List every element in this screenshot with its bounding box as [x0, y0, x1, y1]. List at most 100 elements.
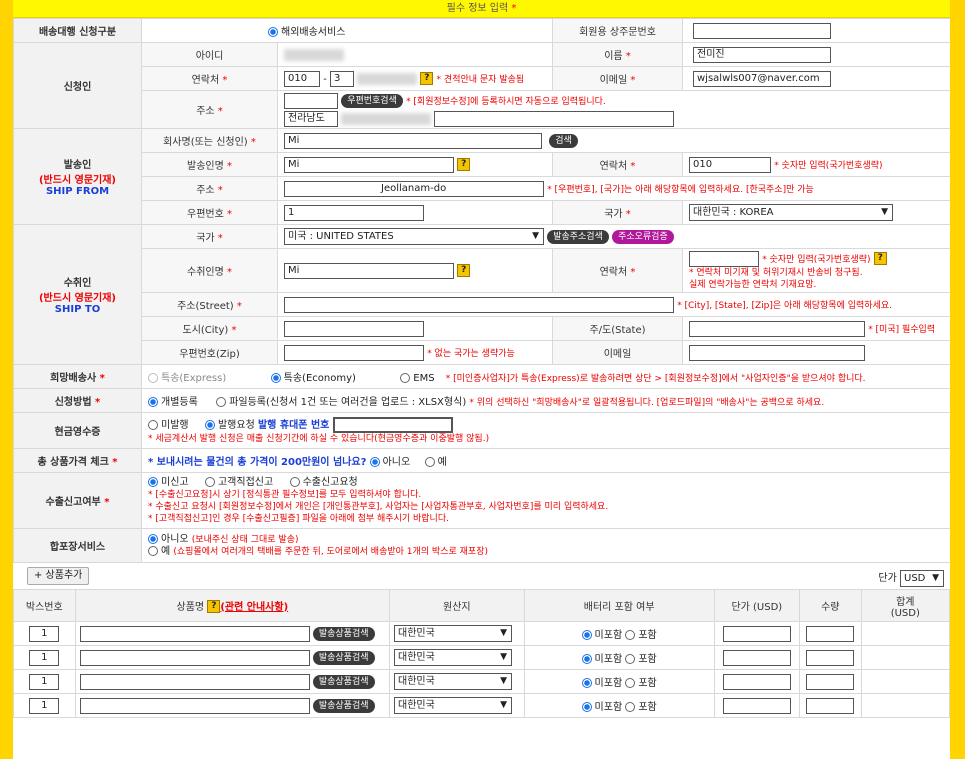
zip-search-button[interactable]: 우편번호검색 [341, 93, 403, 108]
order-no-input[interactable] [693, 22, 831, 39]
product-toolbar: + 상품추가 단가 USD ▼ [13, 563, 950, 589]
receiver-country-select[interactable]: 미국 : UNITED STATES ▼ [284, 228, 544, 245]
help-icon[interactable]: ? [457, 264, 471, 277]
product-search-button[interactable]: 발송상품검색 [312, 698, 375, 713]
origin-select[interactable]: 대한민국 ▼ [394, 649, 513, 666]
battery-yes-radio[interactable] [625, 702, 636, 712]
order-no-label: 회원용 상주문번호 [552, 18, 683, 43]
applicant-addr-input1[interactable]: 전라남도 [284, 111, 338, 128]
unit-price-input[interactable] [722, 697, 791, 714]
sender-name-input[interactable]: Mi [284, 156, 454, 173]
export-none-radio[interactable] [148, 476, 158, 487]
sender-country-select[interactable]: 대한민국 : KOREA ▼ [689, 204, 893, 221]
sender-search-button[interactable]: 검색 [549, 133, 578, 148]
help-icon[interactable]: ? [420, 72, 434, 85]
addr-search-button[interactable]: 발송주소검색 [547, 229, 609, 244]
receipt-phone-input[interactable] [332, 416, 453, 433]
receiver-phone-input[interactable] [689, 250, 759, 267]
quantity-input[interactable] [806, 649, 855, 666]
applicant-addr-row: 주소 * 우편번호검색 * [회원정보수정]에 등록하시면 자동으로 입력됩니다… [14, 90, 950, 129]
price-check-no-radio[interactable] [369, 457, 380, 467]
chevron-down-icon: ▼ [500, 676, 508, 686]
product-search-button[interactable]: 발송상품검색 [312, 674, 375, 689]
product-name-input[interactable] [79, 673, 310, 690]
sender-addr-input[interactable]: Jeollanam-do [284, 180, 544, 197]
help-icon[interactable]: ? [207, 600, 221, 614]
table-row: 1 발송상품검색 대한민국 ▼ 미포함 포함 [13, 621, 950, 646]
battery-no-radio[interactable] [581, 654, 592, 664]
applicant-zip-input[interactable] [284, 92, 338, 109]
unit-select[interactable]: USD ▼ [900, 569, 944, 587]
product-search-button[interactable]: 발송상품검색 [312, 650, 375, 665]
receiver-city-label: 도시(City) [182, 325, 229, 336]
sender-zip-input[interactable]: 1 [284, 204, 424, 221]
addr-verify-button[interactable]: 주소오류검증 [612, 229, 674, 244]
box-number-input[interactable]: 1 [29, 673, 60, 690]
receiver-phone-note1: * 숫자만 입력(국가번호생략) [762, 254, 871, 265]
quantity-input[interactable] [806, 625, 855, 642]
battery-no-radio[interactable] [581, 678, 592, 688]
receiver-country-value: 미국 : UNITED STATES [288, 231, 394, 242]
receiver-street-input[interactable] [284, 296, 674, 313]
combine-yes-radio[interactable] [148, 545, 158, 556]
shipping-express-radio[interactable] [148, 373, 158, 383]
order-form-page: 필수 정보 입력 * 배송대행 신청구분 해외배송서비스 회원용 상주문번호 신… [13, 0, 950, 759]
unit-price-input[interactable] [722, 649, 791, 666]
shipping-economy-radio[interactable] [270, 373, 281, 383]
receipt-none-radio[interactable] [148, 419, 158, 430]
box-number-input[interactable]: 1 [29, 697, 60, 714]
chevron-down-icon: ▼ [932, 572, 939, 583]
guide-link[interactable]: (관련 안내사항) [220, 602, 288, 613]
product-name-input[interactable] [79, 697, 310, 714]
service-radio[interactable] [268, 27, 278, 37]
product-name-input[interactable] [79, 625, 310, 642]
applicant-phone-prefix[interactable]: 010 [284, 70, 320, 87]
receiver-email-input[interactable] [689, 344, 865, 361]
applicant-name-input[interactable]: 전미진 [693, 46, 831, 63]
export-self-radio[interactable] [204, 476, 215, 487]
method-individual-radio[interactable] [148, 397, 158, 407]
receiver-zip-input[interactable] [284, 344, 424, 361]
battery-yes-radio[interactable] [625, 630, 636, 640]
origin-select[interactable]: 대한민국 ▼ [394, 697, 513, 714]
applicant-phone-mid[interactable]: 3 [329, 70, 354, 87]
product-search-button[interactable]: 발송상품검색 [312, 626, 375, 641]
add-product-button[interactable]: + 상품추가 [27, 567, 90, 585]
combine-no-radio[interactable] [148, 533, 158, 544]
price-check-yes-radio[interactable] [424, 457, 435, 467]
quantity-input[interactable] [806, 673, 855, 690]
applicant-phone-row: 연락처 * 010 - 3 ? * 견적안내 문자 발송됨 이메일 * wjsa… [14, 66, 950, 91]
battery-no-radio[interactable] [581, 630, 592, 640]
product-header-row: 박스번호 상품명 ? (관련 안내사항) 원산지 배터리 포함 여부 단가 (US… [13, 589, 950, 622]
receiver-state-input[interactable] [689, 320, 865, 337]
applicant-name-label: 이름 [604, 51, 623, 62]
applicant-addr-input2[interactable] [434, 111, 675, 128]
export-request-radio[interactable] [289, 476, 300, 487]
box-number-input[interactable]: 1 [29, 649, 60, 666]
applicant-email-input[interactable]: wjsalwls007@naver.com [693, 70, 831, 87]
unit-price-input[interactable] [722, 673, 791, 690]
receipt-note: * 세금계산서 발행 신청은 매출 신청기간에 하실 수 있습니다(현금영수증과… [148, 433, 490, 444]
box-number-input[interactable]: 1 [29, 625, 60, 642]
service-option[interactable]: 해외배송서비스 [141, 18, 553, 43]
receiver-name-input[interactable]: Mi [284, 262, 454, 279]
sender-section: 발송인 (반드시 영문기재) SHIP FROM [13, 128, 142, 225]
unit-price-input[interactable] [722, 625, 791, 642]
product-name-input[interactable] [79, 649, 310, 666]
receiver-section: 수취인 (반드시 영문기재) SHIP TO [13, 224, 142, 365]
service-row: 배송대행 신청구분 해외배송서비스 회원용 상주문번호 [13, 18, 950, 43]
help-icon[interactable]: ? [873, 252, 887, 265]
battery-yes-radio[interactable] [625, 678, 636, 688]
help-icon[interactable]: ? [457, 158, 471, 171]
shipping-ems-radio[interactable] [400, 373, 411, 383]
sender-company-input[interactable]: Mi [284, 132, 542, 149]
quantity-input[interactable] [806, 697, 855, 714]
receipt-request-radio[interactable] [204, 419, 215, 430]
sender-phone-input[interactable]: 010 [689, 156, 771, 173]
origin-select[interactable]: 대한민국 ▼ [394, 625, 513, 642]
origin-select[interactable]: 대한민국 ▼ [394, 673, 513, 690]
battery-yes-radio[interactable] [625, 654, 636, 664]
method-file-radio[interactable] [216, 397, 227, 407]
battery-no-radio[interactable] [581, 702, 592, 712]
receiver-city-input[interactable] [284, 320, 424, 337]
